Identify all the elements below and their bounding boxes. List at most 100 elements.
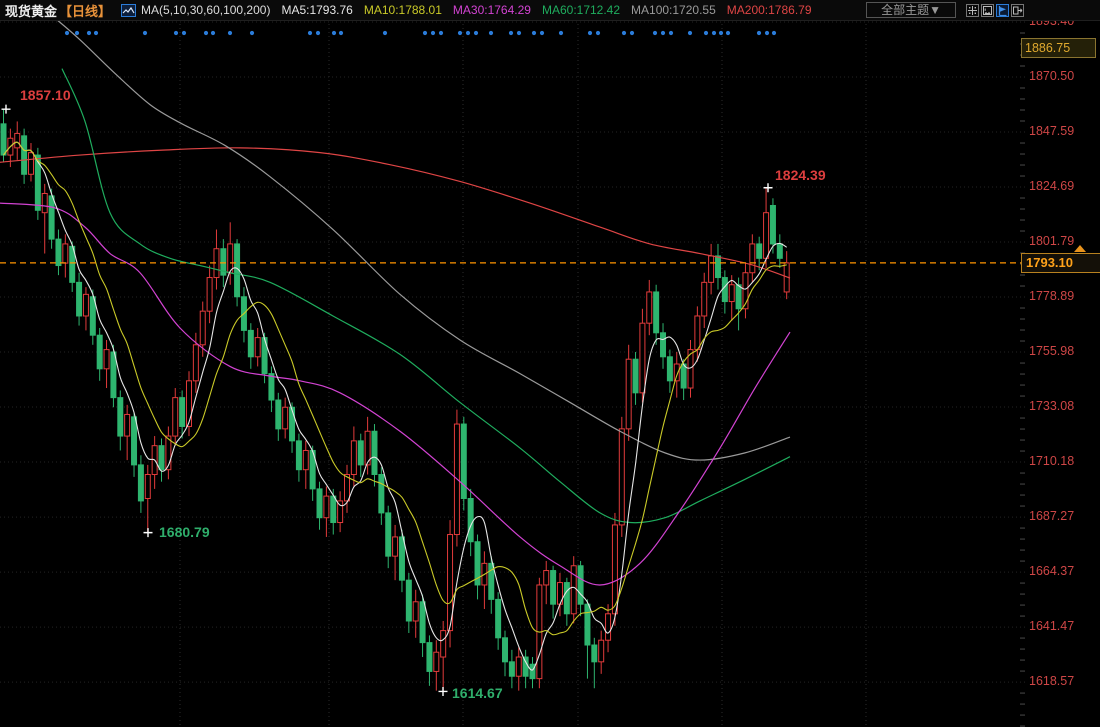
event-dot[interactable] [431,31,435,35]
y-axis-label: 1733.08 [1029,399,1074,413]
event-dot[interactable] [204,31,208,35]
candle [770,205,775,243]
event-dot[interactable] [474,31,478,35]
event-dot[interactable] [75,31,79,35]
price-up-triangle-icon [1074,245,1086,252]
event-dot[interactable] [596,31,600,35]
event-dot[interactable] [509,31,513,35]
candle [606,614,611,640]
event-dot[interactable] [532,31,536,35]
event-dot[interactable] [383,31,387,35]
candle [599,640,604,662]
event-dot[interactable] [489,31,493,35]
candle [441,631,446,657]
ma-group-label: MA(5,10,30,60,100,200) [141,3,270,17]
annotation-swing-low: 1680.79 [159,524,210,540]
event-dot[interactable] [87,31,91,35]
candle [468,499,473,542]
candle [406,580,411,621]
event-dot[interactable] [211,31,215,35]
candle [138,465,143,501]
candle [434,652,439,671]
candlestick-chart-icon[interactable] [121,4,136,17]
event-dot[interactable] [143,31,147,35]
axis-scale-icon[interactable] [981,4,994,17]
event-dot[interactable] [688,31,692,35]
event-dot[interactable] [559,31,563,35]
ma-legend-item: MA60:1712.42 [542,3,620,17]
event-dot[interactable] [423,31,427,35]
candle [516,657,521,676]
candle [97,335,102,369]
theme-selector-button[interactable]: 全部主题▼ [866,2,956,18]
event-dot[interactable] [332,31,336,35]
candle [393,537,398,556]
y-axis-label: 1755.98 [1029,344,1074,358]
event-dot[interactable] [540,31,544,35]
event-dot[interactable] [653,31,657,35]
candle [42,193,47,212]
event-dot[interactable] [308,31,312,35]
event-dot[interactable] [669,31,673,35]
y-axis-label: 1687.27 [1029,509,1074,523]
candle [159,446,164,470]
candle [118,398,123,436]
y-axis-label: 1847.59 [1029,124,1074,138]
y-axis-label: 1641.47 [1029,619,1074,633]
event-dot[interactable] [726,31,730,35]
event-dot[interactable] [622,31,626,35]
candle [544,571,549,585]
event-dot[interactable] [439,31,443,35]
candle [111,352,116,398]
candle [173,398,178,436]
candle [509,662,514,676]
event-dot[interactable] [712,31,716,35]
pan-right-icon[interactable] [1011,4,1024,17]
event-dot[interactable] [228,31,232,35]
event-dot[interactable] [65,31,69,35]
event-dot[interactable] [757,31,761,35]
current-price-label: 1793.10 [1021,253,1100,273]
event-dot[interactable] [765,31,769,35]
event-dot[interactable] [772,31,776,35]
candle [702,282,707,316]
event-dot[interactable] [250,31,254,35]
annotation-swing-high: 1824.39 [775,167,826,183]
event-dot[interactable] [458,31,462,35]
candlestick-series[interactable] [1,109,789,691]
candle [619,429,624,525]
event-dot[interactable] [630,31,634,35]
event-dot[interactable] [316,31,320,35]
candle [647,292,652,323]
candle [626,359,631,429]
event-dot[interactable] [704,31,708,35]
candle [661,333,666,357]
event-dot[interactable] [94,31,98,35]
auto-follow-icon[interactable] [996,4,1009,17]
chart-canvas[interactable] [0,0,1100,727]
candle [564,583,569,614]
candle [77,282,82,316]
event-dot[interactable] [466,31,470,35]
event-dot[interactable] [588,31,592,35]
ma-legend-item: MA30:1764.29 [453,3,531,17]
candle [56,239,61,265]
candle [358,441,363,465]
crosshair-icon[interactable] [966,4,979,17]
event-dot[interactable] [719,31,723,35]
event-dot[interactable] [661,31,665,35]
candle [132,417,137,465]
candle [15,133,20,147]
event-dot[interactable] [182,31,186,35]
period-label[interactable]: 【日线】 [59,1,111,20]
axis-minor-ticks [1020,33,1025,726]
candle [372,431,377,474]
event-dot[interactable] [339,31,343,35]
event-dot[interactable] [174,31,178,35]
event-dot[interactable] [517,31,521,35]
top-bar: 现货黄金 【日线】 MA(5,10,30,60,100,200) MA5:179… [0,0,1100,21]
ma-legend-item: MA10:1788.01 [364,3,442,17]
candle [757,244,762,258]
candle [290,407,295,441]
candle [248,330,253,356]
